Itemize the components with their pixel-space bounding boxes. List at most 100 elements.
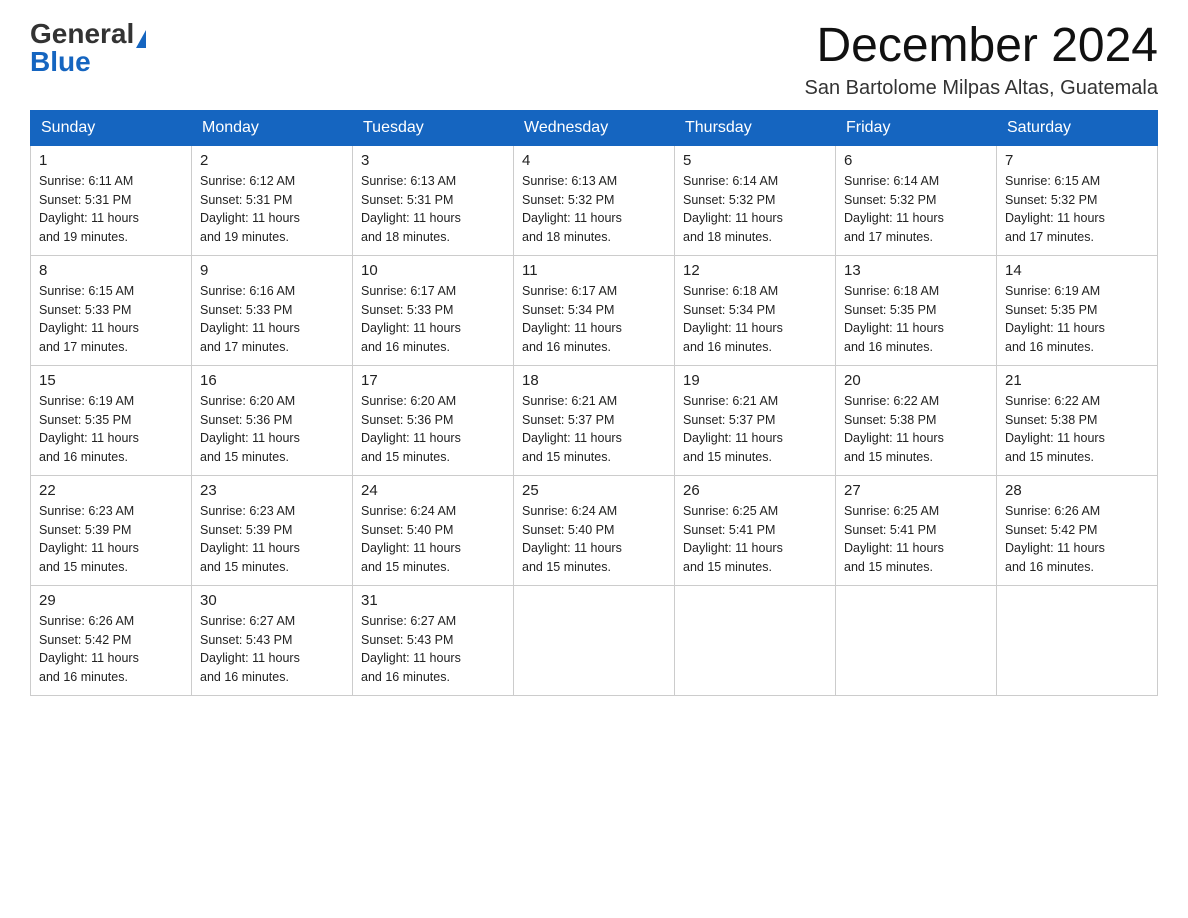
- day-info: Sunrise: 6:19 AMSunset: 5:35 PMDaylight:…: [39, 392, 183, 467]
- day-info: Sunrise: 6:16 AMSunset: 5:33 PMDaylight:…: [200, 282, 344, 357]
- day-cell-16: 16 Sunrise: 6:20 AMSunset: 5:36 PMDayligh…: [192, 365, 353, 475]
- day-cell-21: 21 Sunrise: 6:22 AMSunset: 5:38 PMDayligh…: [997, 365, 1158, 475]
- day-info: Sunrise: 6:19 AMSunset: 5:35 PMDaylight:…: [1005, 282, 1149, 357]
- day-cell-15: 15 Sunrise: 6:19 AMSunset: 5:35 PMDayligh…: [31, 365, 192, 475]
- day-info: Sunrise: 6:15 AMSunset: 5:32 PMDaylight:…: [1005, 172, 1149, 247]
- day-number: 22: [39, 482, 183, 499]
- day-cell-27: 27 Sunrise: 6:25 AMSunset: 5:41 PMDayligh…: [836, 475, 997, 585]
- day-cell-6: 6 Sunrise: 6:14 AMSunset: 5:32 PMDaylight…: [836, 145, 997, 255]
- logo: General Blue: [30, 20, 146, 76]
- day-cell-29: 29 Sunrise: 6:26 AMSunset: 5:42 PMDayligh…: [31, 585, 192, 695]
- day-number: 13: [844, 262, 988, 279]
- day-info: Sunrise: 6:25 AMSunset: 5:41 PMDaylight:…: [683, 502, 827, 577]
- day-cell-30: 30Sunrise: 6:27 AMSunset: 5:43 PMDayligh…: [192, 585, 353, 695]
- day-number: 26: [683, 482, 827, 499]
- day-number: 20: [844, 372, 988, 389]
- week-row-2: 8Sunrise: 6:15 AMSunset: 5:33 PMDaylight…: [31, 255, 1158, 365]
- calendar-table: SundayMondayTuesdayWednesdayThursdayFrid…: [30, 110, 1158, 696]
- day-info: Sunrise: 6:24 AMSunset: 5:40 PMDaylight:…: [522, 502, 666, 577]
- day-info: Sunrise: 6:21 AMSunset: 5:37 PMDaylight:…: [522, 392, 666, 467]
- day-number: 11: [522, 262, 666, 279]
- day-number: 6: [844, 152, 988, 169]
- day-cell-10: 10Sunrise: 6:17 AMSunset: 5:33 PMDayligh…: [353, 255, 514, 365]
- day-cell-12: 12 Sunrise: 6:18 AMSunset: 5:34 PMDayligh…: [675, 255, 836, 365]
- day-number: 30: [200, 592, 344, 609]
- day-header-wednesday: Wednesday: [514, 110, 675, 145]
- day-info: Sunrise: 6:26 AMSunset: 5:42 PMDaylight:…: [39, 612, 183, 687]
- day-number: 12: [683, 262, 827, 279]
- day-number: 4: [522, 152, 666, 169]
- day-cell-8: 8Sunrise: 6:15 AMSunset: 5:33 PMDaylight…: [31, 255, 192, 365]
- day-info: Sunrise: 6:13 AMSunset: 5:31 PMDaylight:…: [361, 172, 505, 247]
- day-number: 5: [683, 152, 827, 169]
- day-info: Sunrise: 6:11 AMSunset: 5:31 PMDaylight:…: [39, 172, 183, 247]
- day-number: 14: [1005, 262, 1149, 279]
- day-info: Sunrise: 6:12 AMSunset: 5:31 PMDaylight:…: [200, 172, 344, 247]
- week-row-1: 1 Sunrise: 6:11 AMSunset: 5:31 PMDaylight…: [31, 145, 1158, 255]
- day-header-monday: Monday: [192, 110, 353, 145]
- day-number: 1: [39, 152, 183, 169]
- day-cell-25: 25 Sunrise: 6:24 AMSunset: 5:40 PMDayligh…: [514, 475, 675, 585]
- day-info: Sunrise: 6:20 AMSunset: 5:36 PMDaylight:…: [200, 392, 344, 467]
- day-info: Sunrise: 6:17 AMSunset: 5:34 PMDaylight:…: [522, 282, 666, 357]
- day-info: Sunrise: 6:22 AMSunset: 5:38 PMDaylight:…: [844, 392, 988, 467]
- day-header-tuesday: Tuesday: [353, 110, 514, 145]
- day-number: 29: [39, 592, 183, 609]
- day-number: 15: [39, 372, 183, 389]
- day-cell-18: 18 Sunrise: 6:21 AMSunset: 5:37 PMDayligh…: [514, 365, 675, 475]
- day-header-friday: Friday: [836, 110, 997, 145]
- day-number: 18: [522, 372, 666, 389]
- day-cell-2: 2 Sunrise: 6:12 AMSunset: 5:31 PMDaylight…: [192, 145, 353, 255]
- day-info: Sunrise: 6:23 AMSunset: 5:39 PMDaylight:…: [39, 502, 183, 577]
- day-number: 3: [361, 152, 505, 169]
- day-cell-9: 9Sunrise: 6:16 AMSunset: 5:33 PMDaylight…: [192, 255, 353, 365]
- logo-triangle-icon: [136, 30, 146, 48]
- day-number: 16: [200, 372, 344, 389]
- day-info: Sunrise: 6:14 AMSunset: 5:32 PMDaylight:…: [683, 172, 827, 247]
- day-info: Sunrise: 6:14 AMSunset: 5:32 PMDaylight:…: [844, 172, 988, 247]
- day-info: Sunrise: 6:26 AMSunset: 5:42 PMDaylight:…: [1005, 502, 1149, 577]
- day-info: Sunrise: 6:24 AMSunset: 5:40 PMDaylight:…: [361, 502, 505, 577]
- empty-cell: [514, 585, 675, 695]
- day-number: 25: [522, 482, 666, 499]
- day-info: Sunrise: 6:23 AMSunset: 5:39 PMDaylight:…: [200, 502, 344, 577]
- day-cell-13: 13Sunrise: 6:18 AMSunset: 5:35 PMDayligh…: [836, 255, 997, 365]
- logo-general-text: General: [30, 18, 134, 49]
- empty-cell: [836, 585, 997, 695]
- day-cell-22: 22 Sunrise: 6:23 AMSunset: 5:39 PMDayligh…: [31, 475, 192, 585]
- day-info: Sunrise: 6:27 AMSunset: 5:43 PMDaylight:…: [361, 612, 505, 687]
- day-number: 21: [1005, 372, 1149, 389]
- day-cell-24: 24 Sunrise: 6:24 AMSunset: 5:40 PMDayligh…: [353, 475, 514, 585]
- day-cell-7: 7Sunrise: 6:15 AMSunset: 5:32 PMDaylight…: [997, 145, 1158, 255]
- title-section: December 2024 San Bartolome Milpas Altas…: [804, 20, 1158, 100]
- day-number: 19: [683, 372, 827, 389]
- day-number: 27: [844, 482, 988, 499]
- day-number: 24: [361, 482, 505, 499]
- day-number: 28: [1005, 482, 1149, 499]
- day-cell-26: 26 Sunrise: 6:25 AMSunset: 5:41 PMDayligh…: [675, 475, 836, 585]
- day-cell-17: 17Sunrise: 6:20 AMSunset: 5:36 PMDayligh…: [353, 365, 514, 475]
- day-cell-19: 19 Sunrise: 6:21 AMSunset: 5:37 PMDayligh…: [675, 365, 836, 475]
- page-header: General Blue December 2024 San Bartolome…: [30, 20, 1158, 100]
- week-row-3: 15 Sunrise: 6:19 AMSunset: 5:35 PMDayligh…: [31, 365, 1158, 475]
- day-cell-31: 31Sunrise: 6:27 AMSunset: 5:43 PMDayligh…: [353, 585, 514, 695]
- day-cell-5: 5 Sunrise: 6:14 AMSunset: 5:32 PMDaylight…: [675, 145, 836, 255]
- day-cell-14: 14 Sunrise: 6:19 AMSunset: 5:35 PMDayligh…: [997, 255, 1158, 365]
- day-info: Sunrise: 6:17 AMSunset: 5:33 PMDaylight:…: [361, 282, 505, 357]
- day-info: Sunrise: 6:18 AMSunset: 5:34 PMDaylight:…: [683, 282, 827, 357]
- day-info: Sunrise: 6:22 AMSunset: 5:38 PMDaylight:…: [1005, 392, 1149, 467]
- empty-cell: [675, 585, 836, 695]
- day-number: 23: [200, 482, 344, 499]
- day-cell-28: 28 Sunrise: 6:26 AMSunset: 5:42 PMDayligh…: [997, 475, 1158, 585]
- month-title: December 2024: [804, 20, 1158, 73]
- day-cell-23: 23 Sunrise: 6:23 AMSunset: 5:39 PMDayligh…: [192, 475, 353, 585]
- day-info: Sunrise: 6:25 AMSunset: 5:41 PMDaylight:…: [844, 502, 988, 577]
- day-number: 2: [200, 152, 344, 169]
- day-cell-4: 4 Sunrise: 6:13 AMSunset: 5:32 PMDaylight…: [514, 145, 675, 255]
- day-info: Sunrise: 6:13 AMSunset: 5:32 PMDaylight:…: [522, 172, 666, 247]
- day-header-sunday: Sunday: [31, 110, 192, 145]
- empty-cell: [997, 585, 1158, 695]
- day-cell-20: 20 Sunrise: 6:22 AMSunset: 5:38 PMDayligh…: [836, 365, 997, 475]
- week-row-4: 22 Sunrise: 6:23 AMSunset: 5:39 PMDayligh…: [31, 475, 1158, 585]
- day-info: Sunrise: 6:21 AMSunset: 5:37 PMDaylight:…: [683, 392, 827, 467]
